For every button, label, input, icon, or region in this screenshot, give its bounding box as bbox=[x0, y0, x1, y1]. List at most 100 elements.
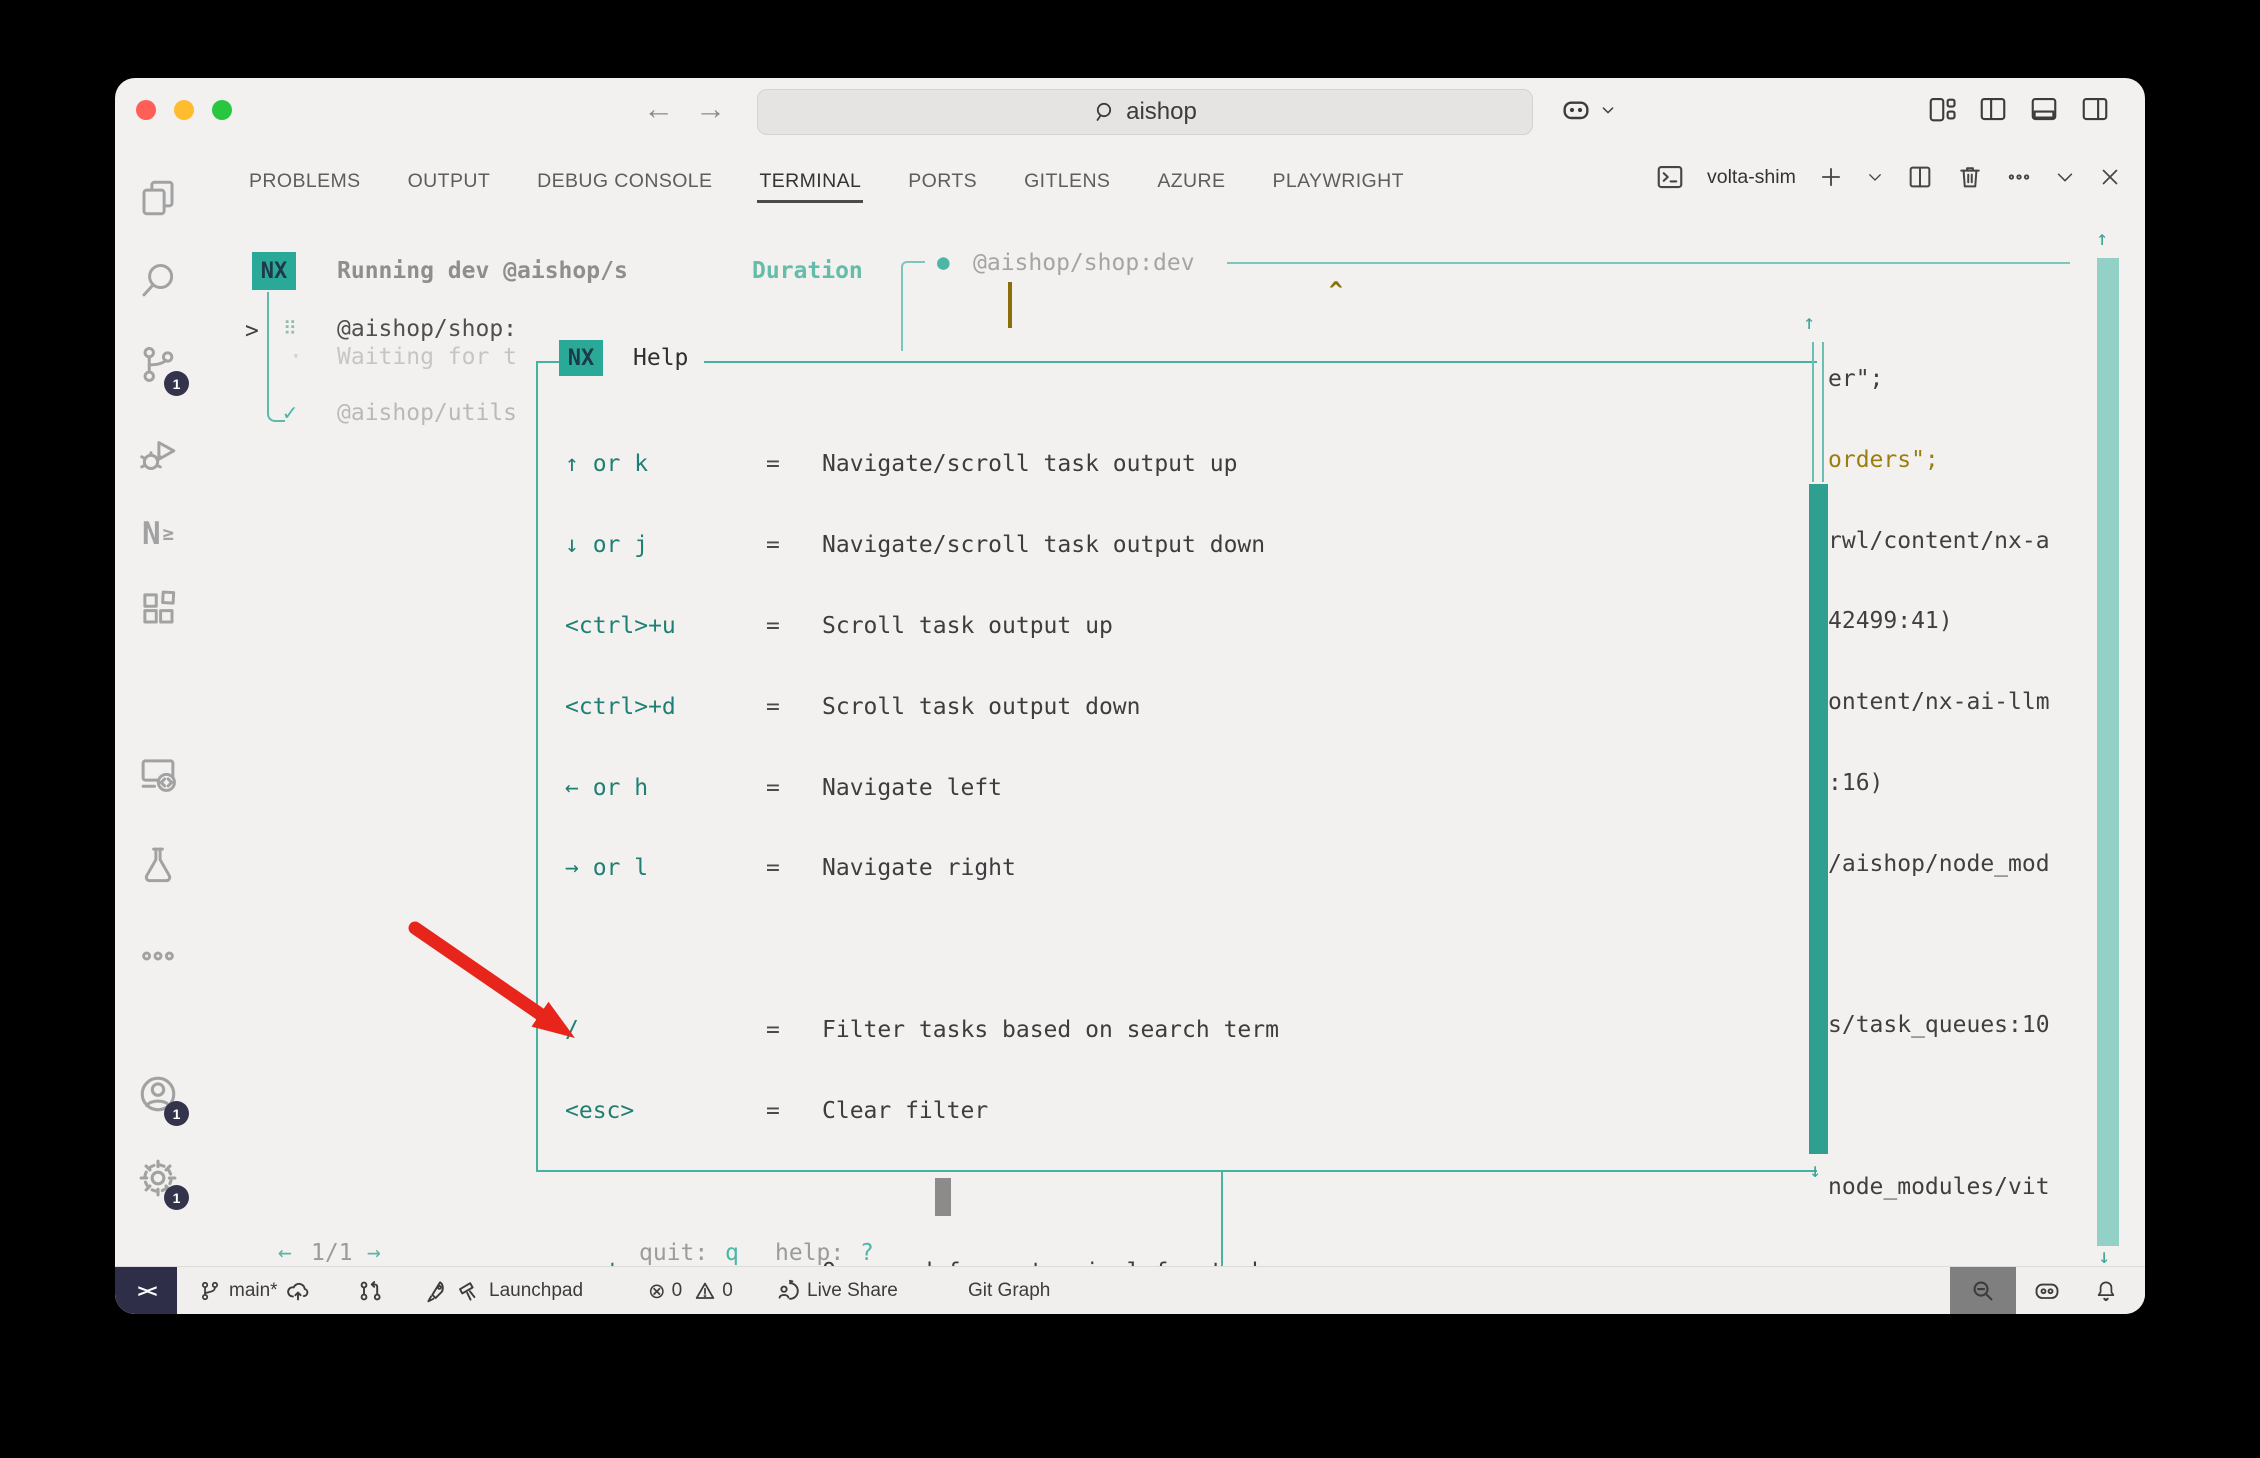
vscode-window: ← → aishop bbox=[115, 78, 2145, 1314]
accounts-icon[interactable]: 1 bbox=[129, 1066, 187, 1122]
tab-debug-console[interactable]: DEBUG CONSOLE bbox=[537, 168, 712, 194]
scroll-up-icon[interactable]: ↑ bbox=[1803, 310, 1815, 334]
live-share-status-item[interactable]: Live Share bbox=[775, 1267, 898, 1314]
source-control-badge: 1 bbox=[164, 371, 189, 396]
copilot-icon bbox=[2033, 1277, 2061, 1305]
tab-terminal[interactable]: TERMINAL bbox=[759, 168, 861, 194]
git-compare-icon bbox=[358, 1279, 382, 1303]
help-row: → or l=Navigate right bbox=[565, 854, 1815, 883]
toggle-sidebar-right-icon[interactable] bbox=[2080, 94, 2110, 124]
settings-badge: 1 bbox=[164, 1185, 189, 1210]
outer-scrollbar[interactable] bbox=[2097, 258, 2119, 1246]
task-status-waiting: Waiting for t bbox=[337, 344, 537, 370]
sidebar-item-testing[interactable] bbox=[129, 836, 187, 892]
sidebar-item-run-debug[interactable] bbox=[129, 426, 187, 482]
branch-status-item[interactable]: main* bbox=[199, 1267, 310, 1314]
zoom-out-icon bbox=[1970, 1278, 1996, 1304]
customize-layout-icon[interactable] bbox=[1927, 94, 1957, 124]
help-row: /=Filter tasks based on search term bbox=[565, 1016, 1815, 1045]
problems-status-item[interactable]: ⊗ 0 0 bbox=[648, 1267, 733, 1314]
nx-logo-gte: ≥ bbox=[163, 523, 174, 545]
sidebar-item-explorer[interactable] bbox=[129, 170, 187, 226]
help-row: ↓ or j=Navigate/scroll task output down bbox=[565, 531, 1815, 560]
live-share-icon bbox=[775, 1279, 799, 1303]
help-title: Help bbox=[633, 345, 688, 371]
screencast-zoom-item[interactable] bbox=[1950, 1267, 2016, 1314]
outer-scroll-up-icon[interactable]: ↑ bbox=[2096, 226, 2108, 250]
git-branch-icon bbox=[199, 1280, 221, 1302]
tab-problems[interactable]: PROBLEMS bbox=[249, 168, 361, 194]
cursor-bar bbox=[1008, 282, 1012, 328]
settings-gear-icon[interactable]: 1 bbox=[129, 1150, 187, 1206]
launchpad-status-item[interactable]: Launchpad bbox=[425, 1267, 583, 1314]
copilot-status-item[interactable] bbox=[2033, 1267, 2061, 1314]
clipped-text: /aishop/node_mod bbox=[1828, 851, 2050, 877]
scrollbar-thumb[interactable] bbox=[1809, 484, 1828, 1154]
help-hint-key: ? bbox=[860, 1240, 874, 1266]
minimize-traffic-light[interactable] bbox=[174, 100, 194, 120]
tab-ports[interactable]: PORTS bbox=[908, 168, 977, 194]
scrollbar-track[interactable] bbox=[1812, 342, 1824, 482]
accounts-badge: 1 bbox=[164, 1101, 189, 1126]
task-row-utils[interactable]: @aishop/utils bbox=[337, 400, 537, 426]
scroll-down-icon[interactable]: ↓ bbox=[1809, 1158, 1821, 1182]
remote-icon: >< bbox=[138, 1280, 155, 1302]
clipped-text: :16) bbox=[1828, 770, 1883, 796]
warnings-icon bbox=[694, 1280, 716, 1302]
split-terminal-icon[interactable] bbox=[1906, 163, 1934, 191]
terminal-block-cursor bbox=[935, 1178, 951, 1216]
search-value: aishop bbox=[1126, 98, 1197, 126]
sidebar-item-source-control[interactable]: 1 bbox=[129, 336, 187, 392]
help-row: <esc>=Clear filter bbox=[565, 1096, 1815, 1125]
clipped-text: orders"; bbox=[1828, 447, 1939, 473]
live-share-label: Live Share bbox=[807, 1280, 898, 1302]
screen: ← → aishop bbox=[0, 0, 2260, 1458]
help-row: ← or h=Navigate left bbox=[565, 773, 1815, 802]
toggle-sidebar-left-icon[interactable] bbox=[1978, 94, 2008, 124]
task-row-shop[interactable]: @aishop/shop: bbox=[337, 316, 537, 342]
back-arrow-icon[interactable]: ← bbox=[643, 92, 674, 126]
clipped-text: 42499:41) bbox=[1828, 608, 1953, 634]
close-panel-icon[interactable] bbox=[2098, 165, 2122, 189]
help-nx-badge: NX bbox=[559, 340, 603, 376]
copilot-icon[interactable] bbox=[1560, 94, 1592, 126]
duration-label: Duration bbox=[752, 258, 863, 284]
caret-glyph: ^ bbox=[1329, 278, 1343, 304]
pager-next-icon[interactable]: → bbox=[367, 1240, 381, 1266]
more-views-ellipsis-icon[interactable] bbox=[129, 928, 187, 984]
task-subdot: · bbox=[289, 344, 303, 370]
sidebar-item-remote-explorer[interactable] bbox=[129, 746, 187, 802]
pager-prev-icon[interactable]: ← bbox=[278, 1240, 292, 1266]
cloud-upload-icon bbox=[286, 1279, 310, 1303]
tab-playwright[interactable]: PLAYWRIGHT bbox=[1272, 168, 1403, 194]
launch-profile-chevron-icon[interactable] bbox=[1866, 168, 1884, 186]
sidebar-item-search[interactable] bbox=[129, 252, 187, 308]
task-selector-prefix: > bbox=[245, 318, 259, 344]
tab-azure[interactable]: AZURE bbox=[1157, 168, 1225, 194]
more-actions-icon[interactable] bbox=[2006, 164, 2032, 190]
terminal-instance-name[interactable]: volta-shim bbox=[1707, 166, 1796, 189]
sidebar-item-nx-console[interactable]: N≥ bbox=[129, 506, 187, 562]
chevron-down-icon[interactable] bbox=[1600, 102, 1616, 118]
command-center-search[interactable]: aishop bbox=[757, 89, 1533, 135]
tab-output[interactable]: OUTPUT bbox=[408, 168, 491, 194]
notifications-status-item[interactable] bbox=[2093, 1267, 2119, 1314]
remote-indicator[interactable]: >< bbox=[115, 1267, 177, 1314]
kill-terminal-trash-icon[interactable] bbox=[1956, 163, 1984, 191]
outer-scroll-down-icon[interactable]: ↓ bbox=[2098, 1244, 2110, 1268]
tab-gitlens[interactable]: GITLENS bbox=[1024, 168, 1110, 194]
new-terminal-icon[interactable] bbox=[1818, 164, 1844, 190]
toggle-panel-icon[interactable] bbox=[2029, 94, 2059, 124]
help-row-blank bbox=[565, 935, 1815, 964]
sidebar-item-extensions[interactable] bbox=[129, 580, 187, 636]
git-graph-label: Git Graph bbox=[968, 1280, 1050, 1302]
help-header: NX Help bbox=[559, 340, 704, 376]
panel-chevron-down-icon[interactable] bbox=[2054, 166, 2076, 188]
zoom-traffic-light[interactable] bbox=[212, 100, 232, 120]
warnings-count: 0 bbox=[722, 1280, 733, 1302]
forward-arrow-icon[interactable]: → bbox=[695, 92, 726, 126]
git-graph-status-item[interactable]: Git Graph bbox=[968, 1267, 1050, 1314]
git-compare-status-item[interactable] bbox=[358, 1267, 382, 1314]
close-traffic-light[interactable] bbox=[136, 100, 156, 120]
branch-name: main* bbox=[229, 1280, 278, 1302]
